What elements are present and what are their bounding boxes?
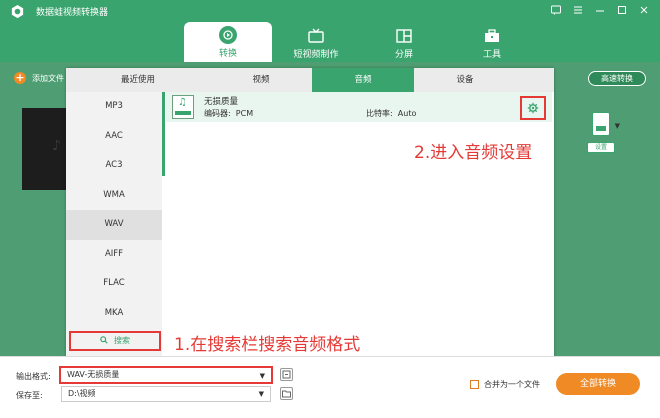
video-thumbnail[interactable]: ♪ xyxy=(22,108,70,190)
format-item-flac[interactable]: FLAC xyxy=(66,269,162,299)
minimize-icon[interactable] xyxy=(594,4,606,16)
encoder-value: PCM xyxy=(235,109,254,118)
app-logo-icon xyxy=(11,4,24,19)
lossless-icon: ♫ xyxy=(172,95,194,119)
convert-icon xyxy=(219,26,237,44)
music-note-icon: ♪ xyxy=(52,138,61,154)
preset-settings-button[interactable] xyxy=(520,96,546,120)
format-item-mp3[interactable]: MP3 xyxy=(66,92,162,122)
format-settings-button[interactable]: 设置 xyxy=(587,142,615,153)
preset-row[interactable]: ♫ 无损质量 编码器: PCM 比特率: Auto xyxy=(166,92,552,122)
output-format-value: WAV-无损质量 xyxy=(67,370,120,379)
tab-video[interactable]: 视频 xyxy=(210,68,312,92)
encoder-label: 编码器: xyxy=(204,109,231,118)
edit-icon xyxy=(282,370,291,379)
close-icon[interactable] xyxy=(638,4,650,16)
output-format-card[interactable]: ▼ 设置 xyxy=(584,112,620,156)
checkbox-icon[interactable] xyxy=(470,380,479,389)
search-icon xyxy=(100,336,108,344)
toolbox-icon xyxy=(485,29,499,42)
convert-all-button[interactable]: 全部转换 xyxy=(556,373,640,395)
tab-label: 短视频制作 xyxy=(293,50,339,60)
format-item-wma[interactable]: WMA xyxy=(66,181,162,211)
turbo-convert-button[interactable]: 高速转换 xyxy=(588,71,646,86)
annotation-step-2: 2.进入音频设置 xyxy=(414,143,533,163)
main-nav: 转换 短视频制作 分屏 工具 xyxy=(184,22,536,62)
format-item-mka[interactable]: MKA xyxy=(66,299,162,329)
window-controls xyxy=(550,4,650,16)
tab-short-video[interactable]: 短视频制作 xyxy=(272,22,360,62)
preset-encoder: 编码器: PCM xyxy=(204,108,253,119)
bitrate-value: Auto xyxy=(397,109,417,118)
save-to-label: 保存至: xyxy=(16,391,43,400)
preset-bitrate: 比特率: Auto xyxy=(366,108,416,119)
app-title: 数据蛙视频转换器 xyxy=(36,8,109,18)
merge-label: 合并为一个文件 xyxy=(484,380,540,389)
chevron-down-icon[interactable]: ▼ xyxy=(615,122,620,130)
maximize-icon[interactable] xyxy=(616,4,628,16)
tab-convert[interactable]: 转换 xyxy=(184,22,272,62)
format-item-aiff[interactable]: AIFF xyxy=(66,240,162,270)
plus-icon: + xyxy=(14,71,26,84)
tab-tools[interactable]: 工具 xyxy=(448,22,536,62)
tab-split-screen[interactable]: 分屏 xyxy=(360,22,448,62)
format-panel: 最近使用 视频 音频 设备 MP3 AAC AC3 WMA WAV AIFF F… xyxy=(66,68,554,358)
format-tabs: 最近使用 视频 音频 设备 xyxy=(66,68,554,92)
format-list: MP3 AAC AC3 WMA WAV AIFF FLAC MKA xyxy=(66,92,162,358)
output-format-select[interactable]: WAV-无损质量 ▼ xyxy=(59,366,273,384)
format-item-ac3[interactable]: AC3 xyxy=(66,151,162,181)
merge-checkbox[interactable]: 合并为一个文件 xyxy=(470,379,540,390)
open-folder-button[interactable] xyxy=(280,387,293,400)
save-path-select[interactable]: D:\视频 ▼ xyxy=(61,386,271,402)
chevron-down-icon: ▼ xyxy=(259,372,265,380)
tab-label: 转换 xyxy=(218,49,237,59)
chevron-down-icon: ▼ xyxy=(258,390,264,398)
format-edit-button[interactable] xyxy=(280,368,293,381)
wav-file-icon xyxy=(592,112,610,136)
format-item-aac[interactable]: AAC xyxy=(66,122,162,152)
tab-label: 分屏 xyxy=(394,50,413,60)
add-file-button[interactable]: + 添加文件 xyxy=(14,72,64,84)
annotation-step-1: 1.在搜索栏搜索音频格式 xyxy=(174,335,361,355)
app-header: 数据蛙视频转换器 转换 短视频制作 分屏 工具 xyxy=(0,0,660,62)
bitrate-label: 比特率: xyxy=(366,109,393,118)
tab-label: 工具 xyxy=(482,50,501,60)
split-icon xyxy=(396,29,412,43)
tab-audio[interactable]: 音频 xyxy=(312,68,414,92)
add-file-label: 添加文件 xyxy=(32,73,64,83)
output-format-label: 输出格式: xyxy=(16,372,51,381)
search-label: 搜索 xyxy=(114,336,130,345)
format-list-scrollbar[interactable] xyxy=(162,92,165,176)
format-item-wav[interactable]: WAV xyxy=(66,210,162,240)
folder-icon xyxy=(282,390,291,398)
tab-recent[interactable]: 最近使用 xyxy=(66,68,210,92)
tv-icon xyxy=(308,28,324,43)
music-note-icon: ♫ xyxy=(178,97,187,108)
format-search-button[interactable]: 搜索 xyxy=(69,331,161,351)
menu-icon[interactable] xyxy=(572,4,584,16)
save-path-value: D:\视频 xyxy=(68,389,96,398)
tab-device[interactable]: 设备 xyxy=(414,68,516,92)
turbo-label: 高速转换 xyxy=(601,74,633,83)
bottom-bar: 输出格式: WAV-无损质量 ▼ 保存至: D:\视频 ▼ 合并为一个文件 全部… xyxy=(0,356,660,418)
gear-icon xyxy=(527,102,539,114)
message-icon[interactable] xyxy=(550,4,562,16)
preset-name: 无损质量 xyxy=(204,97,239,107)
